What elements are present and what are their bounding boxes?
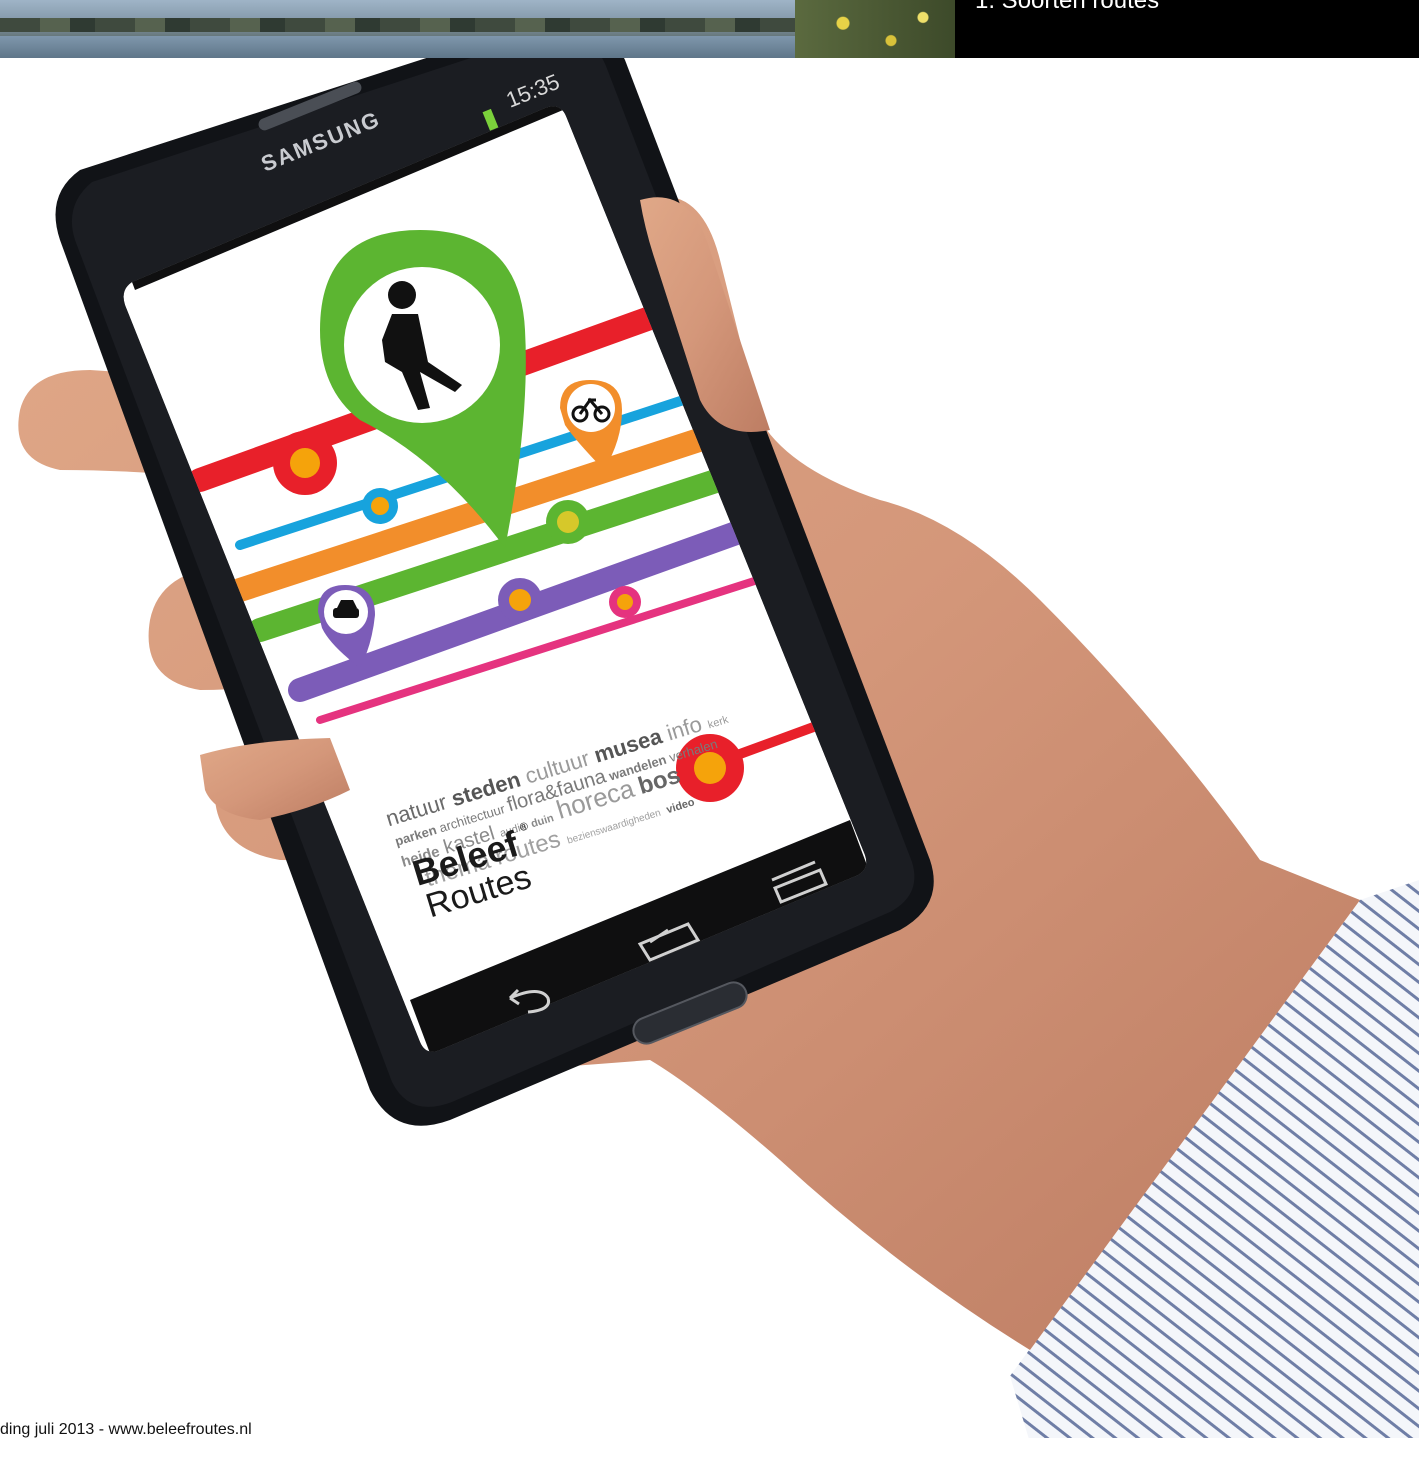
header-photo xyxy=(0,0,955,58)
footer-text: ding juli 2013 - www.beleefroutes.nl xyxy=(0,1421,252,1438)
chapter-title-box: 1. Soorten routes xyxy=(955,0,1419,58)
chapter-title: 1. Soorten routes xyxy=(975,0,1160,14)
hand-with-phone: natuur steden cultuur musea info kerk pa… xyxy=(18,58,1419,1438)
photo-flowers xyxy=(795,0,955,58)
